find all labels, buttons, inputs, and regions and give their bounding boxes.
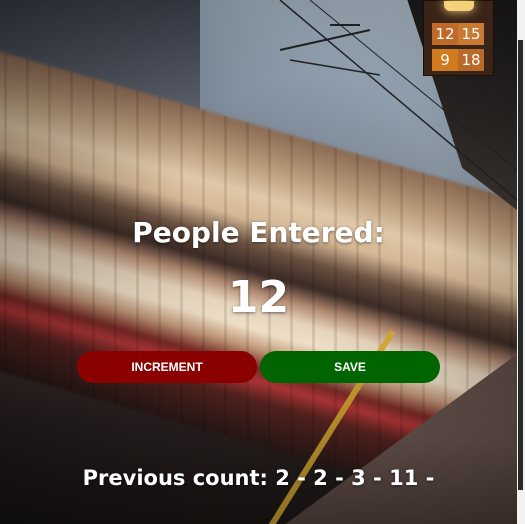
platform-info-board: 12 15 9 18 <box>423 0 494 76</box>
lamp-icon <box>444 1 474 11</box>
counter-value: 12 <box>227 272 290 323</box>
scrollbar-thumb[interactable] <box>518 40 523 490</box>
increment-button[interactable]: INCREMENT <box>77 351 257 383</box>
board-cell: 12 <box>432 23 458 45</box>
board-cell: 18 <box>458 49 484 71</box>
board-cell: 9 <box>432 49 458 71</box>
previous-counts: Previous count: 2 - 2 - 3 - 11 - <box>82 466 435 490</box>
overlay-shade <box>0 0 517 524</box>
background-photo: 12 15 9 18 People Entered: 12 INCREMENT … <box>0 0 517 524</box>
board-cell: 15 <box>458 23 484 45</box>
save-button[interactable]: SAVE <box>260 351 440 383</box>
counter-title: People Entered: <box>132 216 385 249</box>
scrollbar[interactable] <box>517 0 525 524</box>
